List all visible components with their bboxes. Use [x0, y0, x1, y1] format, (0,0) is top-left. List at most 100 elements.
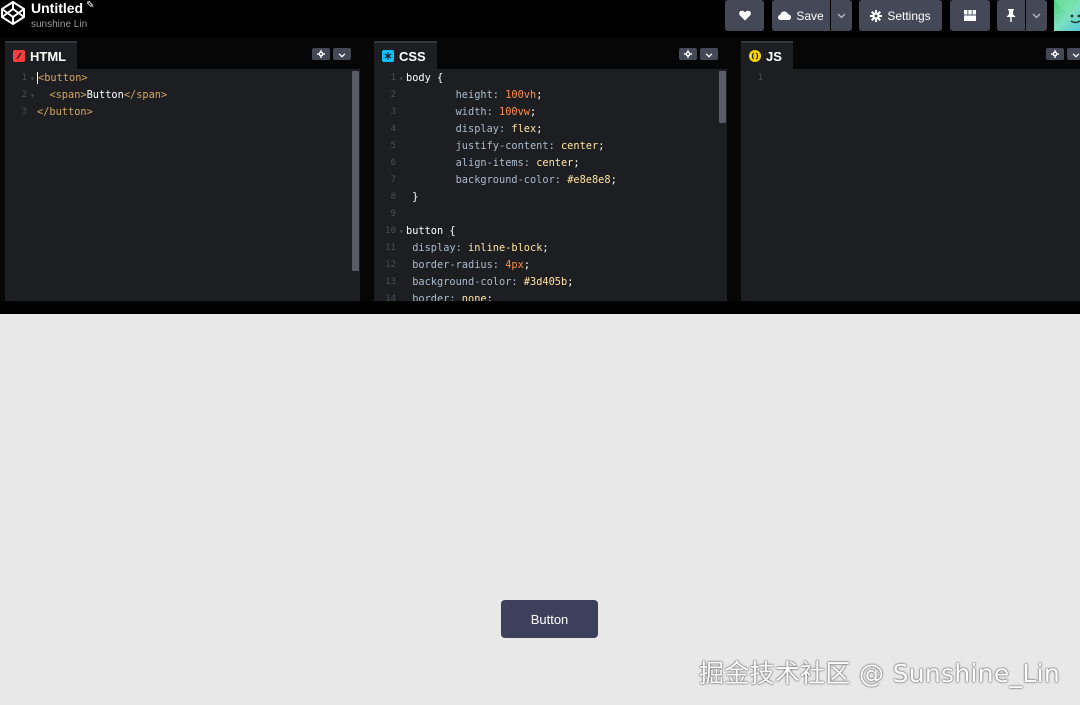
tab-css[interactable]: CSS — [374, 41, 437, 69]
code-line[interactable]: 2 ▾ <span>Button</span> — [5, 87, 360, 104]
fold-toggle-icon[interactable]: ▾ — [399, 223, 404, 240]
heart-icon — [738, 10, 751, 21]
code-token: ; — [523, 259, 531, 271]
js-collapse-button[interactable] — [1067, 48, 1080, 60]
code-line[interactable]: 10 ▾ button { — [374, 223, 727, 240]
preview-demo-button-label: Button — [530, 611, 569, 627]
css-code-editor[interactable]: 1 ▾ body {2 height: 100vh; 3 width: 100vw; 4… — [374, 70, 727, 301]
code-line[interactable]: 3 </button> — [5, 104, 360, 121]
code-token: ; — [598, 140, 605, 152]
fold-toggle-icon[interactable]: ▾ — [399, 70, 404, 87]
code-line[interactable]: 14 border: none; — [374, 291, 727, 301]
code-token: justify-content: — [406, 140, 561, 152]
code-line[interactable]: 1 ▾ <button> — [5, 70, 360, 87]
code-token: border: — [406, 293, 462, 301]
line-number: 2 — [21, 90, 27, 100]
gear-icon — [684, 45, 692, 63]
code-token: 100vh — [505, 89, 537, 101]
pencil-icon[interactable]: ✎ — [86, 0, 94, 11]
code-line[interactable]: 11 display: inline-block; — [374, 240, 727, 257]
html-collapse-button[interactable] — [333, 48, 351, 60]
css-collapse-button[interactable] — [700, 48, 718, 60]
code-text: justify-content: center; — [406, 138, 605, 155]
settings-button[interactable]: Settings — [859, 0, 942, 31]
js-tab-strip: JS — [741, 41, 1080, 69]
resize-divider[interactable] — [0, 302, 1080, 314]
html-code-editor[interactable]: 1 ▾ <button> 2 ▾ <span>Button</span> 3 </butto… — [5, 70, 360, 121]
code-line[interactable]: 2 height: 100vh; — [374, 87, 727, 104]
js-settings-button[interactable] — [1046, 48, 1064, 60]
line-number: 14 — [385, 294, 396, 301]
line-number: 12 — [385, 260, 396, 270]
preview-pane: Button 掘金技术社区 @ Sunshine_Lin — [0, 314, 1080, 705]
pen-title-area: Untitled ✎ sunshine Lin — [31, 0, 95, 31]
line-number: 5 — [390, 141, 396, 151]
code-line[interactable]: 7 background-color: #e8e8e8; — [374, 172, 727, 189]
code-token: #e8e8e8 — [567, 174, 611, 186]
code-token: ; — [610, 174, 617, 186]
code-text: display: inline-block; — [406, 240, 549, 257]
code-line[interactable]: 4 display: flex; — [374, 121, 727, 138]
line-number: 11 — [385, 243, 396, 253]
codepen-logo-icon[interactable] — [0, 0, 26, 26]
code-token: border-radius: — [406, 259, 506, 271]
save-label: Save — [796, 8, 824, 23]
preview-demo-button[interactable]: Button — [501, 600, 598, 638]
chevron-down-icon — [837, 13, 846, 19]
change-view-button[interactable] — [950, 0, 990, 31]
code-token: ; — [536, 123, 543, 135]
code-token: </button> — [37, 106, 93, 118]
code-token: Button — [86, 89, 124, 101]
html-settings-button[interactable] — [312, 48, 330, 60]
tab-html[interactable]: HTML — [5, 41, 78, 69]
code-line[interactable]: 9 — [374, 206, 727, 223]
editor-area: HTML 1 ▾ <button> 2 ▾ <span>Button</span> 3 </… — [0, 38, 1080, 314]
fold-toggle-icon[interactable]: ▾ — [30, 70, 35, 87]
code-token: align-items: — [406, 157, 537, 169]
code-token: <span> — [37, 89, 87, 101]
code-token: ; — [542, 242, 549, 254]
code-token: width: — [406, 106, 499, 118]
line-number: 9 — [390, 209, 396, 219]
fold-toggle-icon[interactable]: ▾ — [30, 87, 35, 104]
css-settings-button[interactable] — [679, 48, 697, 60]
html-editor-panel: HTML 1 ▾ <button> 2 ▾ <span>Button</span> 3 </… — [5, 41, 360, 301]
line-number: 10 — [385, 226, 396, 236]
code-line[interactable]: 12 border-radius: 4px; — [374, 257, 727, 274]
code-line[interactable]: 5 justify-content: center; — [374, 138, 727, 155]
tab-html-label: HTML — [30, 48, 67, 64]
code-text: background-color: #3d405b; — [406, 274, 573, 291]
code-text: <span>Button</span> — [37, 87, 167, 104]
js-code-editor[interactable]: 1 — [741, 70, 1080, 87]
code-token: center — [560, 140, 599, 152]
pen-title[interactable]: Untitled — [31, 0, 83, 16]
css-scrollbar[interactable] — [719, 71, 726, 123]
tab-js[interactable]: JS — [741, 41, 793, 69]
css-file-icon — [382, 50, 394, 62]
watermark-text: 掘金技术社区 @ Sunshine_Lin — [698, 659, 1060, 688]
code-token: none — [461, 293, 487, 301]
save-button[interactable]: Save — [772, 0, 830, 31]
html-scrollbar[interactable] — [352, 71, 359, 271]
code-line[interactable]: 8 } — [374, 189, 727, 206]
code-line[interactable]: 13 background-color: #3d405b; — [374, 274, 727, 291]
code-text: background-color: #e8e8e8; — [406, 172, 617, 189]
line-number: 7 — [390, 175, 396, 185]
code-line[interactable]: 3 width: 100vw; — [374, 104, 727, 121]
code-line[interactable]: 6 align-items: center; — [374, 155, 727, 172]
code-line[interactable]: 1 — [741, 70, 1080, 87]
pin-dropdown-button[interactable] — [1026, 0, 1047, 31]
author-name[interactable]: sunshine Lin — [31, 19, 95, 31]
chevron-down-icon — [1032, 13, 1041, 19]
code-token: body { — [406, 72, 444, 84]
heart-button[interactable] — [725, 0, 764, 31]
code-token: flex — [511, 123, 537, 135]
save-dropdown-button[interactable] — [831, 0, 852, 31]
code-text: </button> — [37, 104, 93, 121]
pin-button[interactable] — [997, 0, 1025, 31]
user-avatar[interactable] — [1054, 0, 1080, 31]
code-text: border: none; — [406, 291, 493, 301]
line-number: 4 — [390, 124, 396, 134]
code-line[interactable]: 1 ▾ body { — [374, 70, 727, 87]
code-token: 4px — [505, 259, 524, 271]
